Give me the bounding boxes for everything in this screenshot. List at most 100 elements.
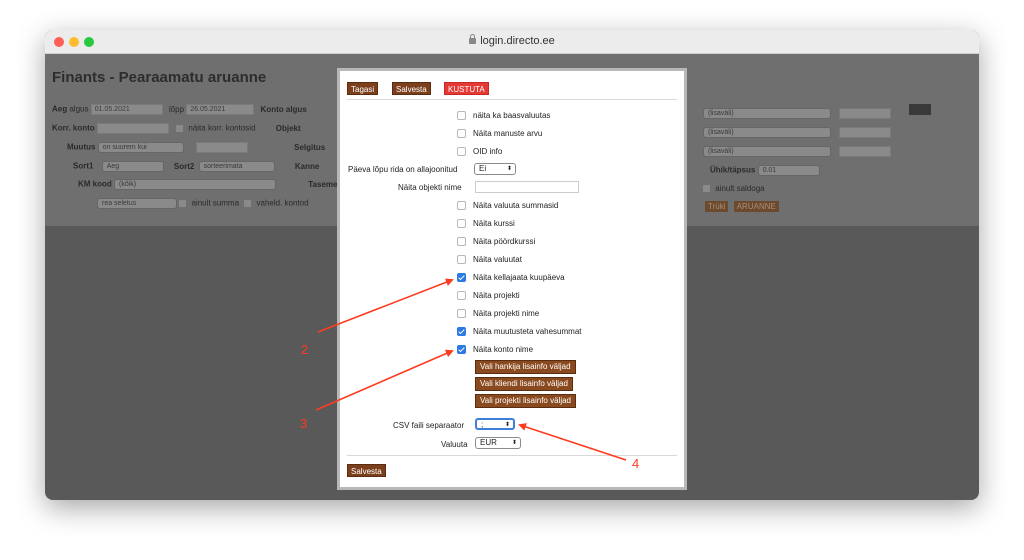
km-kood-label: KM kood <box>78 179 112 189</box>
lisavali-input-1[interactable] <box>839 108 891 119</box>
page-title: Finants - Pearaamatu aruanne <box>52 69 267 86</box>
opt-projekti-label: Näita projekti <box>473 291 520 300</box>
objekti-row: Näita objekti nime <box>398 183 462 192</box>
opt-manuste-checkbox[interactable] <box>457 129 466 138</box>
opt-poordkurssi-label: Näita pöördkurssi <box>473 237 536 246</box>
opt-oid-checkbox[interactable] <box>457 147 466 156</box>
address-bar[interactable]: login.directo.ee <box>45 34 979 47</box>
vali-hankija-button[interactable]: Vali hankija lisainfo väljad <box>475 360 576 374</box>
objekti-label: Näita objekti nime <box>398 183 462 192</box>
select-arrows-icon: ⬍ <box>511 440 517 446</box>
paeva-select[interactable]: Ei ⬍ <box>474 163 516 175</box>
opt-projekti-nime-label: Näita projekti nime <box>473 309 540 318</box>
valuuta-label: Valuuta <box>441 440 468 449</box>
opt-kurssi-checkbox[interactable] <box>457 219 466 228</box>
selgitus-label: Selgitus <box>294 142 326 152</box>
opt-oid-label: OID info <box>473 147 503 156</box>
filter-row-2: Korr. konto näita korr. kontosid Objekt <box>52 123 301 134</box>
paeva-label: Päeva lõpu rida on allajoonitud <box>348 165 458 174</box>
opt-valuutat-checkbox[interactable] <box>457 255 466 264</box>
opt-baasvaluutas-checkbox[interactable] <box>457 111 466 120</box>
sort1-label: Sort1 <box>73 161 94 171</box>
vali-projekti-button[interactable]: Vali projekti lisainfo väljad <box>475 394 577 408</box>
tagasi-button[interactable]: Tagasi <box>347 82 379 95</box>
opt-vahesummat-checkbox[interactable] <box>457 327 466 336</box>
algus-label: algus <box>69 104 89 114</box>
dialog-toolbar: Tagasi Salvesta KUSTUTA <box>347 78 677 100</box>
opt-valuuta-summasid-label: Näita valuuta summasid <box>473 201 559 210</box>
lopp-input[interactable]: 26.05.2021 <box>186 104 255 115</box>
sort2-select[interactable]: sorteerimata <box>198 161 275 172</box>
filter-row-4: Sort1 Aeg Sort2 sorteerimata Kanne <box>73 161 319 172</box>
ainult-saldoga-label: ainult saldoga <box>715 184 765 193</box>
km-kood-select[interactable]: (kõik) <box>114 179 277 190</box>
lisavali-input-3[interactable] <box>839 146 891 157</box>
saldoga-row: ainult saldoga <box>703 184 765 193</box>
opt-baasvaluutas-label: näita ka baasvaluutas <box>473 111 551 120</box>
kustuta-button[interactable]: KUSTUTA <box>444 82 489 95</box>
muutus-select[interactable]: on suurem kui <box>97 142 184 153</box>
objekti-input[interactable] <box>475 181 579 193</box>
lisavali-input-2[interactable] <box>839 127 891 138</box>
csv-select-value: ; <box>481 420 484 429</box>
rea-seletus-select[interactable]: rea seletus <box>97 198 177 209</box>
opt-projekti-checkbox[interactable] <box>457 291 466 300</box>
select-arrows-icon: ⬍ <box>504 422 510 428</box>
ainult-summa-label: ainult summa <box>191 198 240 208</box>
csv-separator-select[interactable]: ; ⬍ <box>475 418 515 430</box>
vaheld-checkbox[interactable] <box>244 200 252 207</box>
title-bar: login.directo.ee <box>45 30 979 54</box>
uhik-row: Ühik/täpsus 0.01 <box>710 165 820 176</box>
opt-valuutat-label: Näita valuutat <box>473 255 522 264</box>
naita-korr-checkbox[interactable] <box>176 125 184 132</box>
lisavali-select-3[interactable]: (lisaväli) <box>703 146 831 157</box>
settings-dialog: Tagasi Salvesta KUSTUTA näita ka baasval… <box>337 68 687 490</box>
annotation-label-2: 2 <box>301 342 309 357</box>
aruanne-button[interactable]: ARUANNE <box>733 201 779 212</box>
salvesta-top-button[interactable]: Salvesta <box>392 82 431 95</box>
truki-button[interactable]: Trüki <box>705 201 729 212</box>
print-row: Trüki ARUANNE <box>705 201 779 212</box>
ainult-saldoga-checkbox[interactable] <box>703 185 710 193</box>
opt-valuuta-summasid-checkbox[interactable] <box>457 201 466 210</box>
valuuta-row: Valuuta <box>441 440 468 449</box>
kanne-label: Kanne <box>294 161 320 171</box>
paeva-row: Päeva lõpu rida on allajoonitud <box>348 165 457 174</box>
korr-konto-label: Korr. konto <box>52 123 95 133</box>
aeg-label: Aeg <box>52 104 68 114</box>
sort1-select[interactable]: Aeg <box>101 161 164 172</box>
ainult-summa-checkbox[interactable] <box>179 200 187 207</box>
salvesta-bottom-button[interactable]: Salvesta <box>347 464 386 477</box>
muutus-input[interactable] <box>195 142 248 153</box>
valuuta-select[interactable]: EUR ⬍ <box>475 437 521 449</box>
vali-kliendi-button[interactable]: Vali kliendi lisainfo väljad <box>475 377 573 391</box>
opt-kellajaata-label: Näita kellajaata kuupäeva <box>473 273 565 282</box>
valuuta-select-value: EUR <box>480 438 497 447</box>
muutus-label: Muutus <box>67 142 96 152</box>
vaheld-label: vaheld. kontod <box>256 198 309 208</box>
algus-input[interactable]: 01.05.2021 <box>90 104 163 115</box>
dialog-footer: Salvesta <box>347 455 677 477</box>
opt-poordkurssi-checkbox[interactable] <box>457 237 466 246</box>
lisavali-select-2[interactable]: (lisaväli) <box>703 127 831 138</box>
annotation-label-4: 4 <box>632 456 640 471</box>
korr-konto-input[interactable] <box>96 123 169 134</box>
opt-konto-nime-checkbox[interactable] <box>457 345 466 354</box>
filter-row-6: rea seletus ainult summa vaheld. kontod <box>97 198 309 209</box>
uhik-select[interactable]: 0.01 <box>757 165 820 176</box>
browser-window: login.directo.ee Finants - Pearaamatu ar… <box>45 30 979 500</box>
konto-algus-label: Konto algus <box>260 104 307 114</box>
tools-icon[interactable] <box>909 104 931 115</box>
annotation-label-3: 3 <box>300 416 308 431</box>
csv-row: CSV faili separaator <box>393 421 464 430</box>
opt-manuste-label: Näita manuste arvu <box>473 129 543 138</box>
opt-projekti-nime-checkbox[interactable] <box>457 309 466 318</box>
opt-kellajaata-checkbox[interactable] <box>457 273 466 282</box>
opt-vahesummat-label: Näita muutusteta vahesummat <box>473 327 582 336</box>
lisavali-select-1[interactable]: (lisaväli) <box>703 108 831 119</box>
opt-konto-nime-label: Näita konto nime <box>473 345 534 354</box>
filter-row-5: KM kood (kõik) Tasemete <box>78 179 345 190</box>
paeva-select-value: Ei <box>479 164 487 173</box>
uhik-label: Ühik/täpsus <box>710 165 756 175</box>
naita-korr-label: näita korr. kontosid <box>188 123 256 133</box>
